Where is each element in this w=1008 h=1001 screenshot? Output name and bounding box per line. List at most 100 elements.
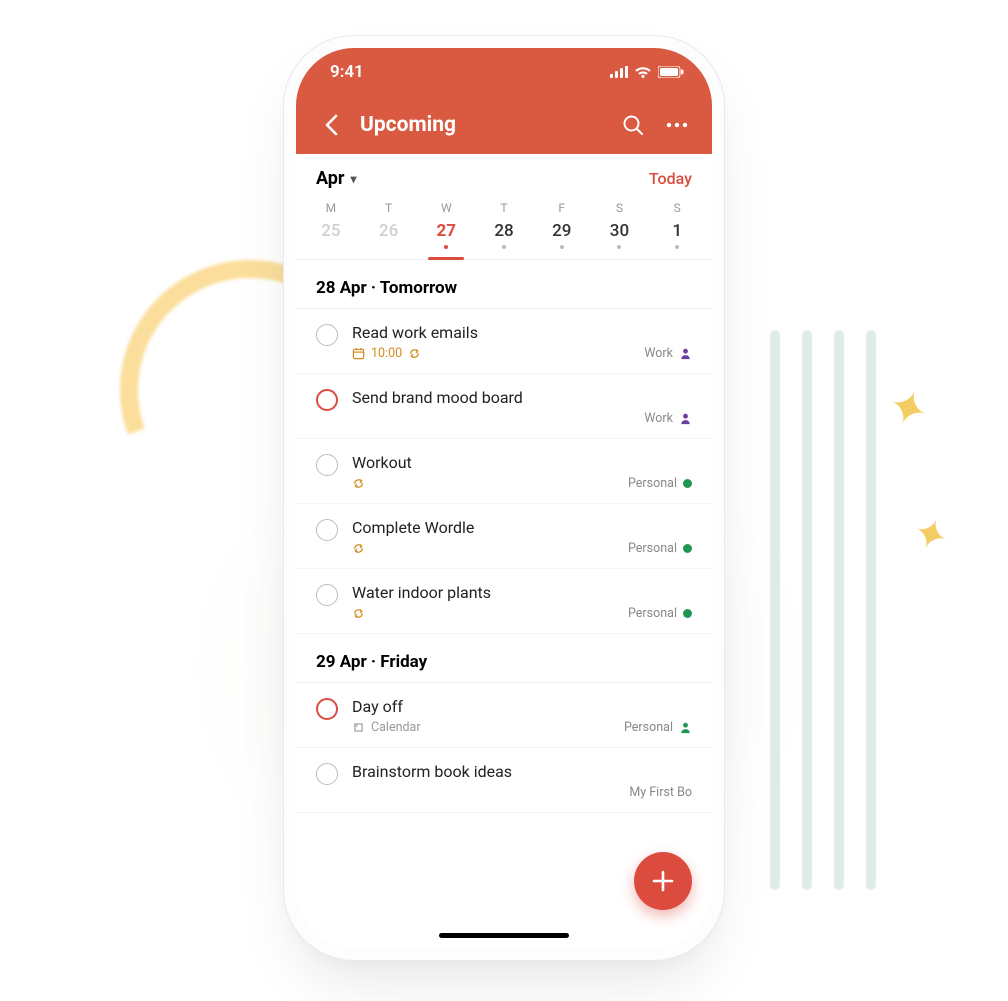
back-button[interactable] (316, 110, 346, 140)
wifi-icon (634, 66, 652, 78)
plus-icon (650, 868, 676, 894)
task-meta-left: 10:00 (352, 346, 421, 361)
task-row[interactable]: Day offCalendarPersonal (296, 683, 712, 748)
day-number: 28 (475, 221, 533, 241)
task-row[interactable]: Send brand mood board Work (296, 374, 712, 439)
task-checkbox[interactable] (316, 324, 338, 346)
task-checkbox[interactable] (316, 454, 338, 476)
day-number: 29 (533, 221, 591, 241)
day-of-week-label: S (591, 201, 649, 215)
task-project: Personal (628, 606, 692, 621)
day-number: 30 (591, 221, 649, 241)
day-column-30[interactable]: S 30 (591, 201, 649, 259)
section-heading: 29 Apr · Friday (296, 634, 712, 683)
day-of-week-label: W (417, 201, 475, 215)
battery-icon (658, 66, 684, 78)
task-meta-left (352, 607, 365, 620)
task-checkbox[interactable] (316, 698, 338, 720)
task-body: Complete Wordle Personal (352, 518, 692, 556)
today-button[interactable]: Today (649, 169, 692, 188)
project-name: My First Bo (629, 785, 692, 800)
day-of-week-label: T (360, 201, 418, 215)
day-has-tasks-dot (444, 245, 448, 249)
task-list[interactable]: 28 Apr · Tomorrow Read work emails 10:00 Wo… (296, 260, 712, 948)
task-row[interactable]: Complete Wordle Personal (296, 504, 712, 569)
task-project: Personal (628, 541, 692, 556)
project-name: Personal (628, 476, 677, 491)
project-name: Personal (628, 541, 677, 556)
person-icon (679, 721, 692, 734)
task-body: Workout Personal (352, 453, 692, 491)
task-meta: My First Bo (352, 785, 692, 800)
cellular-signal-icon (610, 66, 628, 78)
day-number: 27 (417, 221, 475, 241)
task-title: Brainstorm book ideas (352, 762, 692, 781)
task-project: Work (644, 346, 692, 361)
task-row[interactable]: Workout Personal (296, 439, 712, 504)
day-has-tasks-dot (560, 245, 564, 249)
day-column-28[interactable]: T 28 (475, 201, 533, 259)
nav-header: Upcoming (296, 96, 712, 154)
decorative-sparkle-icon: ✦ (879, 375, 936, 442)
day-column-27[interactable]: W 27 (417, 201, 475, 259)
task-checkbox[interactable] (316, 763, 338, 785)
day-number: 1 (648, 221, 706, 241)
chevron-down-icon: ▾ (351, 172, 357, 186)
decorative-sparkle-icon: ✦ (905, 505, 955, 564)
task-checkbox[interactable] (316, 519, 338, 541)
day-of-week-label: M (302, 201, 360, 215)
decorative-teal-stripes (758, 330, 888, 890)
status-time: 9:41 (330, 62, 364, 82)
task-meta-left (352, 477, 365, 490)
day-has-tasks-dot (617, 245, 621, 249)
task-meta: Personal (352, 541, 692, 556)
task-meta: 10:00 Work (352, 346, 692, 361)
task-row[interactable]: Read work emails 10:00 Work (296, 309, 712, 374)
task-body: Day offCalendarPersonal (352, 697, 692, 735)
task-row[interactable]: Brainstorm book ideas My First Bo (296, 748, 712, 813)
day-has-tasks-dot (675, 245, 679, 249)
task-title: Day off (352, 697, 692, 716)
task-title: Read work emails (352, 323, 692, 342)
task-title: Complete Wordle (352, 518, 692, 537)
task-row[interactable]: Water indoor plantsPersonal (296, 569, 712, 634)
day-has-tasks-dot (502, 245, 506, 249)
month-selector[interactable]: Apr ▾ (316, 168, 357, 189)
more-options-button[interactable] (662, 110, 692, 140)
search-button[interactable] (618, 110, 648, 140)
recurring-icon (352, 607, 365, 620)
task-project: My First Bo (629, 785, 692, 800)
day-column-1[interactable]: S1 (648, 201, 706, 259)
day-column-26[interactable]: T26 (360, 201, 418, 259)
recurring-icon (352, 477, 365, 490)
task-body: Brainstorm book ideas My First Bo (352, 762, 692, 800)
day-number: 25 (302, 221, 360, 241)
project-name: Personal (624, 720, 673, 735)
home-indicator (439, 933, 569, 938)
add-task-button[interactable] (634, 852, 692, 910)
day-column-29[interactable]: F 29 (533, 201, 591, 259)
recurring-icon (352, 542, 365, 555)
task-checkbox[interactable] (316, 389, 338, 411)
day-column-25[interactable]: M 25 (302, 201, 360, 259)
phone-frame: 9:41 Upcoming Apr ▾ (296, 48, 712, 948)
task-title: Send brand mood board (352, 388, 692, 407)
task-meta-left (352, 542, 365, 555)
project-name: Personal (628, 606, 677, 621)
task-body: Send brand mood board Work (352, 388, 692, 426)
person-icon (679, 347, 692, 360)
task-title: Workout (352, 453, 692, 472)
project-name: Work (644, 411, 673, 426)
day-of-week-label: T (475, 201, 533, 215)
project-color-dot (683, 479, 692, 488)
day-of-week-label: F (533, 201, 591, 215)
project-name: Work (644, 346, 673, 361)
task-meta: Personal (352, 476, 692, 491)
phone-notch (414, 48, 594, 78)
task-checkbox[interactable] (316, 584, 338, 606)
project-color-dot (683, 609, 692, 618)
calendar-icon (352, 347, 365, 360)
section-heading: 28 Apr · Tomorrow (296, 260, 712, 309)
task-meta: Personal (352, 606, 692, 621)
day-of-week-label: S (648, 201, 706, 215)
